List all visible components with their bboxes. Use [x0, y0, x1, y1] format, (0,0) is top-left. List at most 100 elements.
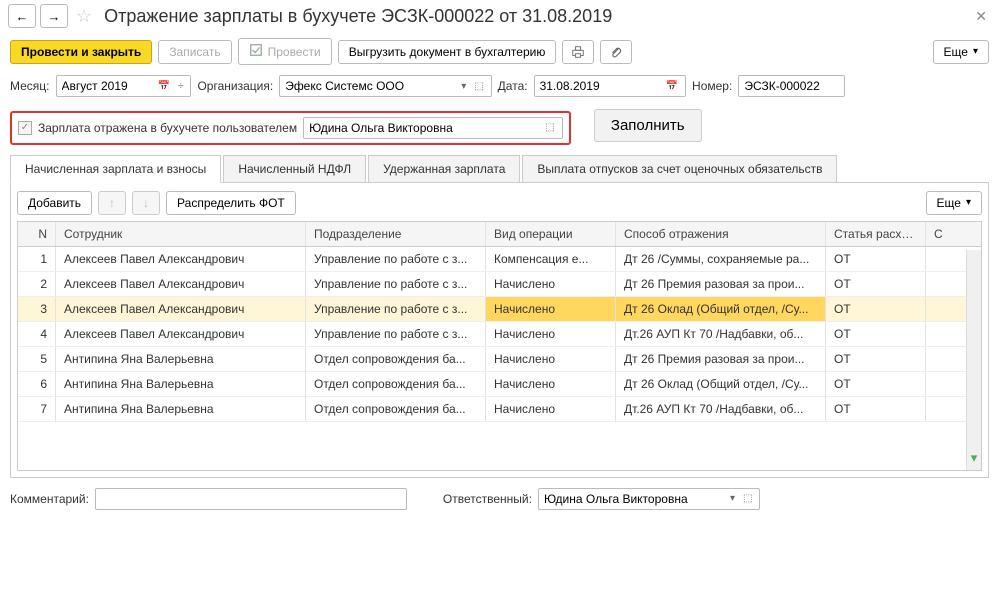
cell-dep[interactable]: Управление по работе с з... — [306, 297, 486, 321]
more-button[interactable]: Еще ▾ — [933, 40, 989, 64]
cell-emp[interactable]: Алексеев Павел Александрович — [56, 297, 306, 321]
col-article[interactable]: Статья расх… — [826, 222, 926, 246]
cell-art[interactable]: ОТ — [826, 322, 926, 346]
table-row[interactable]: 3Алексеев Павел АлександровичУправление … — [18, 297, 981, 322]
cell-n[interactable]: 7 — [18, 397, 56, 421]
chevron-down-icon: ▾ — [973, 46, 978, 57]
col-reflection[interactable]: Способ отражения — [616, 222, 826, 246]
cell-dep[interactable]: Управление по работе с з... — [306, 247, 486, 271]
distribute-fot-button[interactable]: Распределить ФОТ — [166, 191, 296, 215]
tab-withheld-salary[interactable]: Удержанная зарплата — [368, 155, 520, 183]
table-more-button[interactable]: Еще ▾ — [926, 191, 982, 215]
tab-accrued-salary[interactable]: Начисленная зарплата и взносы — [10, 155, 221, 183]
cell-op[interactable]: Компенсация е... — [486, 247, 616, 271]
org-label: Организация: — [197, 79, 273, 93]
cell-op[interactable]: Начислено — [486, 272, 616, 296]
cell-emp[interactable]: Антипина Яна Валерьевна — [56, 347, 306, 371]
date-input[interactable]: 📅 — [534, 75, 686, 97]
cell-emp[interactable]: Алексеев Павел Александрович — [56, 247, 306, 271]
cell-n[interactable]: 1 — [18, 247, 56, 271]
cell-n[interactable]: 2 — [18, 272, 56, 296]
cell-n[interactable]: 5 — [18, 347, 56, 371]
dropdown-icon[interactable]: ▾ — [728, 493, 737, 504]
attach-button[interactable] — [600, 40, 632, 64]
cell-op[interactable]: Начислено — [486, 347, 616, 371]
save-button[interactable]: Записать — [158, 40, 231, 64]
cell-dep[interactable]: Отдел сопровождения ба... — [306, 372, 486, 396]
org-input[interactable]: ▾ ⬚ — [279, 75, 491, 97]
fill-button[interactable]: Заполнить — [594, 109, 702, 142]
cell-op[interactable]: Начислено — [486, 397, 616, 421]
move-down-button[interactable]: ↓ — [132, 191, 160, 215]
cell-ref[interactable]: Дт 26 Оклад (Общий отдел, /Су... — [616, 372, 826, 396]
cell-ref[interactable]: Дт 26 Оклад (Общий отдел, /Су... — [616, 297, 826, 321]
cell-emp[interactable]: Антипина Яна Валерьевна — [56, 372, 306, 396]
col-department[interactable]: Подразделение — [306, 222, 486, 246]
table-row[interactable]: 6Антипина Яна ВалерьевнаОтдел сопровожде… — [18, 372, 981, 397]
open-ref-icon[interactable]: ⬚ — [472, 81, 485, 92]
nav-forward-button[interactable]: → — [40, 4, 68, 28]
cell-ref[interactable]: Дт 26 /Суммы, сохраняемые ра... — [616, 247, 826, 271]
cell-n[interactable]: 6 — [18, 372, 56, 396]
table-row[interactable]: 5Антипина Яна ВалерьевнаОтдел сопровожде… — [18, 347, 981, 372]
cell-ref[interactable]: Дт.26 АУП Кт 70 /Надбавки, об... — [616, 397, 826, 421]
table-row[interactable]: 2Алексеев Павел АлександровичУправление … — [18, 272, 981, 297]
responsible-input[interactable]: ▾ ⬚ — [538, 488, 760, 510]
move-up-button[interactable]: ↑ — [98, 191, 126, 215]
col-employee[interactable]: Сотрудник — [56, 222, 306, 246]
comment-label: Комментарий: — [10, 492, 89, 506]
cell-emp[interactable]: Алексеев Павел Александрович — [56, 322, 306, 346]
cell-art[interactable]: ОТ — [826, 297, 926, 321]
cell-emp[interactable]: Антипина Яна Валерьевна — [56, 397, 306, 421]
cell-art[interactable]: ОТ — [826, 247, 926, 271]
col-operation[interactable]: Вид операции — [486, 222, 616, 246]
open-ref-icon[interactable]: ⬚ — [543, 122, 556, 133]
stepper-icon[interactable]: ÷ — [176, 81, 186, 92]
post-icon — [249, 43, 263, 60]
cell-dep[interactable]: Управление по работе с з... — [306, 322, 486, 346]
cell-ref[interactable]: Дт 26 Премия разовая за прои... — [616, 347, 826, 371]
cell-ref[interactable]: Дт.26 АУП Кт 70 /Надбавки, об... — [616, 322, 826, 346]
number-input[interactable] — [738, 75, 845, 97]
reflected-checkbox[interactable]: ✓ — [18, 121, 32, 135]
open-ref-icon[interactable]: ⬚ — [741, 493, 754, 504]
cell-op[interactable]: Начислено — [486, 322, 616, 346]
cell-art[interactable]: ОТ — [826, 272, 926, 296]
post-button[interactable]: Провести — [238, 38, 332, 65]
reflected-user-input[interactable]: ⬚ — [303, 117, 562, 139]
cell-dep[interactable]: Управление по работе с з... — [306, 272, 486, 296]
table-row[interactable]: 4Алексеев Павел АлександровичУправление … — [18, 322, 981, 347]
cell-ref[interactable]: Дт 26 Премия разовая за прои... — [616, 272, 826, 296]
post-and-close-button[interactable]: Провести и закрыть — [10, 40, 152, 64]
cell-n[interactable]: 4 — [18, 322, 56, 346]
col-n[interactable]: N — [18, 222, 56, 246]
responsible-label: Ответственный: — [443, 492, 532, 506]
cell-art[interactable]: ОТ — [826, 347, 926, 371]
table-row[interactable]: 7Антипина Яна ВалерьевнаОтдел сопровожде… — [18, 397, 981, 422]
calendar-icon[interactable]: 📅 — [664, 81, 680, 92]
page-title: Отражение зарплаты в бухучете ЭСЗК-00002… — [104, 6, 967, 27]
cell-dep[interactable]: Отдел сопровождения ба... — [306, 347, 486, 371]
cell-op[interactable]: Начислено — [486, 297, 616, 321]
col-last[interactable]: С — [926, 222, 956, 246]
tab-vacation-payments[interactable]: Выплата отпусков за счет оценочных обяза… — [522, 155, 837, 183]
cell-n[interactable]: 3 — [18, 297, 56, 321]
close-icon[interactable]: ✕ — [971, 8, 991, 25]
dropdown-icon[interactable]: ▾ — [459, 81, 468, 92]
comment-input[interactable] — [95, 488, 407, 510]
cell-art[interactable]: ОТ — [826, 372, 926, 396]
export-button[interactable]: Выгрузить документ в бухгалтерию — [338, 40, 557, 64]
month-input[interactable]: 📅 ÷ — [56, 75, 192, 97]
calendar-icon[interactable]: 📅 — [156, 81, 172, 92]
nav-back-button[interactable]: ← — [8, 4, 36, 28]
print-button[interactable] — [562, 40, 594, 64]
favorite-star-icon[interactable]: ☆ — [76, 6, 92, 27]
scrollbar[interactable]: ▾ — [966, 250, 981, 470]
cell-dep[interactable]: Отдел сопровождения ба... — [306, 397, 486, 421]
cell-art[interactable]: ОТ — [826, 397, 926, 421]
add-row-button[interactable]: Добавить — [17, 191, 92, 215]
cell-emp[interactable]: Алексеев Павел Александрович — [56, 272, 306, 296]
table-row[interactable]: 1Алексеев Павел АлександровичУправление … — [18, 247, 981, 272]
cell-op[interactable]: Начислено — [486, 372, 616, 396]
tab-accrued-ndfl[interactable]: Начисленный НДФЛ — [223, 155, 366, 183]
